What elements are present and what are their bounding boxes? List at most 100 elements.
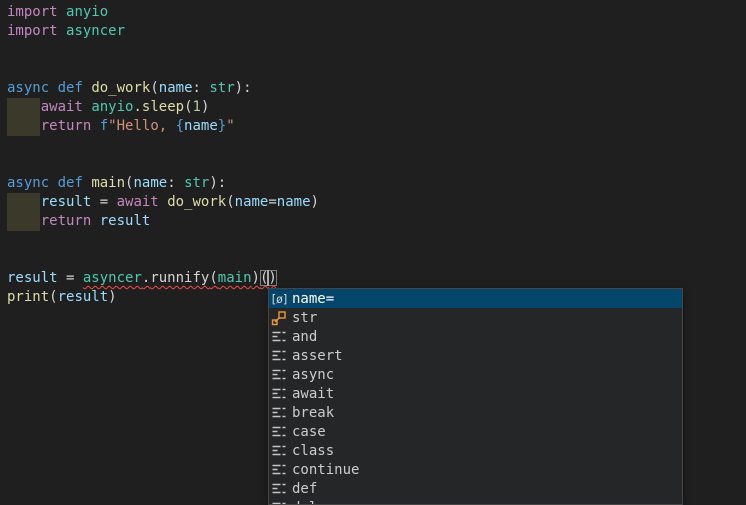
suggest-item-async[interactable]: async <box>269 365 682 384</box>
code-line[interactable] <box>7 41 746 60</box>
text-cursor <box>267 270 269 286</box>
code-token: str <box>209 80 234 96</box>
code-token: async <box>7 80 49 96</box>
keyword-icon <box>271 462 287 478</box>
suggest-item-continue[interactable]: continue <box>269 460 682 479</box>
code-token: name <box>159 80 193 96</box>
code-token: await <box>41 99 83 115</box>
suggest-item-label: and <box>292 329 682 345</box>
suggest-item-str[interactable]: str <box>269 308 682 327</box>
code-token: ): <box>235 80 252 96</box>
code-area[interactable]: import anyioimport asyncer async def do_w… <box>0 0 746 307</box>
code-token <box>58 4 66 20</box>
code-line[interactable]: return result <box>7 212 746 231</box>
suggest-item-label: class <box>292 443 682 459</box>
keyword-icon <box>271 329 287 345</box>
code-token <box>7 213 41 229</box>
code-token: import <box>7 4 58 20</box>
code-token: = <box>58 270 83 286</box>
parameter-icon: [ø] <box>271 291 287 307</box>
suggest-item-case[interactable]: case <box>269 422 682 441</box>
code-token: import <box>7 23 58 39</box>
code-token <box>49 175 57 191</box>
code-token <box>7 194 41 210</box>
code-token: result <box>7 270 58 286</box>
code-line[interactable] <box>7 250 746 269</box>
code-token: ): <box>209 175 226 191</box>
code-token <box>49 80 57 96</box>
code-token <box>159 194 167 210</box>
code-line[interactable]: async def main(name: str): <box>7 174 746 193</box>
code-token <box>91 118 99 134</box>
code-token: name <box>184 118 218 134</box>
suggest-item-label: async <box>292 367 682 383</box>
code-token: " <box>226 118 234 134</box>
class-icon <box>271 310 287 326</box>
code-token: def <box>58 80 83 96</box>
suggest-item-await[interactable]: await <box>269 384 682 403</box>
suggest-item-def[interactable]: def <box>269 479 682 498</box>
code-token: sleep <box>142 99 184 115</box>
code-token: return <box>41 213 92 229</box>
code-line[interactable]: import anyio <box>7 3 746 22</box>
code-token <box>7 99 41 115</box>
keyword-icon <box>271 386 287 402</box>
suggest-item-label: break <box>292 405 682 421</box>
code-token: ( <box>150 80 158 96</box>
keyword-icon <box>271 443 287 459</box>
suggest-item-label: case <box>292 424 682 440</box>
code-line[interactable] <box>7 155 746 174</box>
code-token: str <box>184 175 209 191</box>
code-token: = <box>268 194 276 210</box>
code-token: await <box>117 194 159 210</box>
code-token: ) <box>201 99 209 115</box>
suggest-item-label: await <box>292 386 682 402</box>
keyword-icon <box>271 481 287 497</box>
code-token: name <box>235 194 269 210</box>
suggest-item-and[interactable]: and <box>269 327 682 346</box>
code-token: print <box>7 289 49 305</box>
code-token: result <box>41 194 92 210</box>
code-line[interactable] <box>7 136 746 155</box>
suggest-item-label: def <box>292 481 682 497</box>
code-line[interactable] <box>7 60 746 79</box>
suggest-item-label: del <box>292 500 682 505</box>
suggest-item-label: name= <box>292 291 682 307</box>
code-line[interactable]: result = await do_work(name=name) <box>7 193 746 212</box>
code-token: name <box>133 175 167 191</box>
code-token: def <box>58 175 83 191</box>
code-line[interactable] <box>7 231 746 250</box>
code-token: = <box>91 194 116 210</box>
code-token: ) <box>268 270 276 286</box>
suggest-widget: [ø] name=str andassert async await break case c… <box>268 288 683 505</box>
code-token: asyncer <box>66 23 125 39</box>
code-token: f <box>100 118 108 134</box>
keyword-icon <box>271 348 287 364</box>
code-line[interactable]: result = asyncer.runnify(main)() <box>7 269 746 288</box>
code-token <box>7 118 41 134</box>
code-line[interactable]: import asyncer <box>7 22 746 41</box>
code-token: ) <box>108 289 116 305</box>
code-token: main <box>91 175 125 191</box>
code-token: result <box>100 213 151 229</box>
code-token: result <box>58 289 109 305</box>
code-line[interactable]: async def do_work(name: str): <box>7 79 746 98</box>
code-token: ( <box>226 194 234 210</box>
code-token: runnify <box>150 270 209 286</box>
suggest-item-break[interactable]: break <box>269 403 682 422</box>
code-line[interactable]: return f"Hello, {name}" <box>7 117 746 136</box>
suggest-item-del[interactable]: del <box>269 498 682 505</box>
suggest-item-class[interactable]: class <box>269 441 682 460</box>
code-token: ) <box>311 194 319 210</box>
code-token <box>58 23 66 39</box>
code-line[interactable]: await anyio.sleep(1) <box>7 98 746 117</box>
code-token: { <box>176 118 184 134</box>
code-token: 1 <box>193 99 201 115</box>
code-token: asyncer <box>83 270 142 286</box>
keyword-icon <box>271 500 287 505</box>
code-token: ( <box>184 99 192 115</box>
code-token <box>91 213 99 229</box>
suggest-item-assert[interactable]: assert <box>269 346 682 365</box>
suggest-item-label: continue <box>292 462 682 478</box>
suggest-item-name[interactable]: [ø] name= <box>269 289 682 308</box>
